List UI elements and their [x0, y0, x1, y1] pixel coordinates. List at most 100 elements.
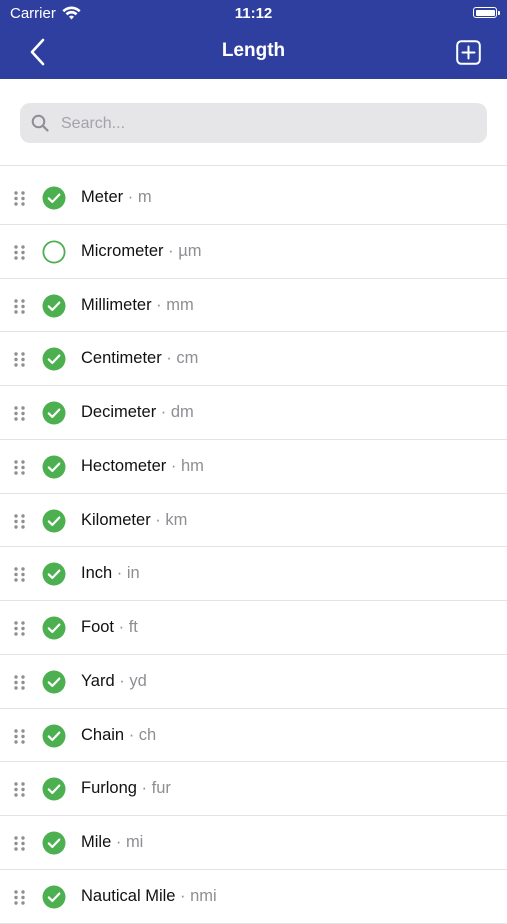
drag-handle-icon[interactable]: [14, 675, 26, 691]
unit-label: Millimeter · mm: [81, 296, 194, 315]
drag-handle-icon[interactable]: [14, 298, 26, 315]
unit-symbol: ft: [128, 618, 138, 636]
status-bar: Carrier 11:12: [0, 0, 507, 28]
page-title: Length: [221, 40, 286, 61]
checkmark-circle-icon[interactable]: [42, 294, 66, 318]
unit-separator: ·: [166, 456, 181, 475]
unit-symbol: µm: [178, 241, 202, 260]
status-time: 11:12: [234, 5, 273, 22]
unit-symbol: fur: [151, 779, 171, 798]
checkmark-circle-icon[interactable]: [42, 777, 66, 801]
unit-symbol: m: [137, 188, 152, 206]
unit-row[interactable]: Decimeter · dm: [0, 386, 507, 440]
unit-symbol: mm: [166, 295, 194, 314]
unit-separator: ·: [111, 833, 126, 851]
checkmark-circle-icon[interactable]: [42, 186, 66, 210]
unit-name: Foot: [81, 618, 115, 636]
unit-name: Centimeter: [81, 349, 162, 368]
unit-label: Decimeter · dm: [81, 403, 194, 422]
drag-handle-icon[interactable]: [14, 513, 26, 530]
unit-row[interactable]: Furlong · fur: [0, 762, 507, 816]
drag-handle-icon[interactable]: [14, 890, 26, 906]
unit-symbol: mi: [125, 833, 144, 851]
unit-name: Meter: [81, 188, 124, 206]
unit-symbol: hm: [180, 456, 204, 475]
unit-label: Yard · yd: [81, 672, 147, 691]
unit-separator: ·: [175, 886, 191, 905]
unit-separator: ·: [151, 295, 167, 314]
checkmark-circle-icon[interactable]: [42, 616, 66, 640]
unit-row[interactable]: Yard · yd: [0, 655, 507, 709]
drag-handle-icon[interactable]: [14, 567, 26, 583]
drag-handle-icon[interactable]: [14, 191, 26, 207]
checkmark-circle-icon[interactable]: [42, 885, 66, 909]
unit-name: Micrometer: [81, 241, 164, 260]
unit-name: Hectometer: [81, 456, 167, 475]
unit-symbol: cm: [176, 349, 199, 368]
unit-label: Nautical Mile · nmi: [81, 887, 217, 906]
unit-row[interactable]: Meter · m: [0, 171, 507, 225]
checkmark-circle-icon[interactable]: [42, 455, 66, 479]
checkmark-circle-icon[interactable]: [42, 670, 66, 694]
unit-name: Nautical Mile: [81, 886, 176, 905]
drag-handle-icon[interactable]: [14, 621, 26, 637]
unit-separator: ·: [156, 403, 171, 421]
unit-row[interactable]: Micrometer · µm: [0, 225, 507, 279]
unit-row[interactable]: Centimeter · cm: [0, 332, 507, 386]
unit-name: Kilometer: [81, 510, 151, 529]
unit-separator: ·: [150, 510, 166, 529]
unit-symbol: km: [165, 510, 188, 529]
checkmark-circle-icon[interactable]: [42, 347, 66, 371]
checkmark-circle-icon[interactable]: [42, 724, 66, 748]
unit-row[interactable]: Kilometer · km: [0, 494, 507, 548]
unit-row[interactable]: Inch · in: [0, 547, 507, 601]
unit-row[interactable]: Mile · mi: [0, 816, 507, 870]
unit-name: Chain: [81, 725, 125, 744]
unit-name: Decimeter: [81, 403, 157, 421]
unit-name: Inch: [81, 564, 113, 583]
battery-icon: [473, 7, 500, 18]
checkmark-circle-icon[interactable]: [42, 509, 66, 533]
nav-bar: Length: [0, 28, 507, 79]
unit-row[interactable]: Foot · ft: [0, 601, 507, 655]
unit-name: Millimeter: [81, 295, 152, 314]
checkmark-circle-icon[interactable]: [42, 401, 66, 425]
unit-row[interactable]: Hectometer · hm: [0, 440, 507, 494]
drag-handle-icon[interactable]: [14, 460, 26, 476]
empty-circle-icon[interactable]: [42, 240, 66, 264]
header: Carrier 11:12 Length: [0, 0, 507, 79]
unit-row[interactable]: Nautical Mile · nmi: [0, 870, 507, 924]
unit-label: Meter · m: [81, 188, 152, 207]
unit-symbol: yd: [129, 671, 147, 690]
unit-label: Hectometer · hm: [81, 457, 204, 476]
search-input[interactable]: [59, 103, 473, 145]
search-icon: [31, 114, 49, 132]
unit-label: Foot · ft: [81, 618, 138, 637]
unit-row[interactable]: Millimeter · mm: [0, 279, 507, 333]
unit-list: Meter · m Micrometer · µm Millimeter · mm C…: [0, 171, 507, 924]
unit-row[interactable]: Chain · ch: [0, 709, 507, 763]
checkmark-circle-icon[interactable]: [42, 562, 66, 586]
drag-handle-icon[interactable]: [14, 245, 26, 261]
unit-symbol: dm: [170, 403, 194, 421]
unit-name: Mile: [81, 833, 112, 851]
search-box[interactable]: [20, 103, 487, 145]
unit-separator: ·: [114, 618, 129, 636]
unit-label: Furlong · fur: [81, 779, 171, 798]
drag-handle-icon[interactable]: [14, 782, 26, 798]
drag-handle-icon[interactable]: [14, 836, 26, 852]
unit-separator: ·: [136, 779, 152, 798]
unit-label: Inch · in: [81, 564, 140, 583]
drag-handle-icon[interactable]: [14, 728, 26, 745]
unit-name: Furlong: [81, 779, 137, 798]
checkmark-circle-icon[interactable]: [42, 831, 66, 855]
unit-separator: ·: [123, 188, 138, 206]
drag-handle-icon[interactable]: [14, 406, 26, 422]
unit-label: Chain · ch: [81, 726, 156, 745]
unit-symbol: nmi: [190, 886, 217, 905]
add-unit-button[interactable]: [456, 40, 481, 65]
drag-handle-icon[interactable]: [14, 352, 26, 368]
unit-separator: ·: [163, 241, 179, 260]
unit-symbol: in: [126, 564, 140, 583]
unit-separator: ·: [114, 671, 130, 690]
